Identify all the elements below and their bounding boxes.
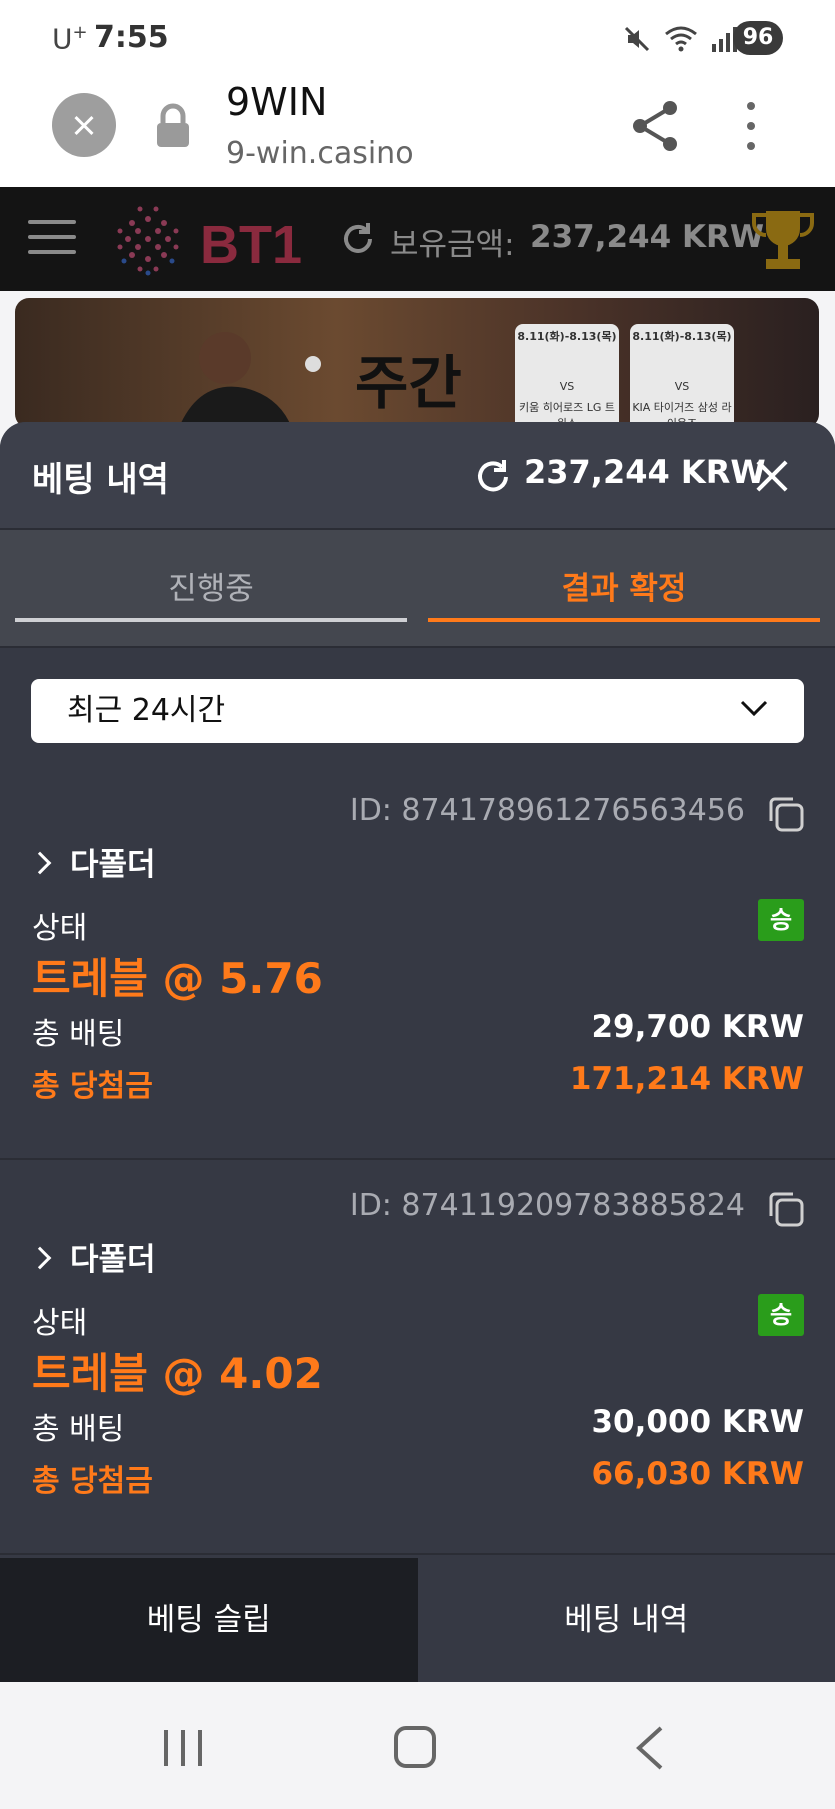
clock: 7:55 bbox=[94, 20, 169, 55]
total-bet-label: 총 배팅 bbox=[32, 1017, 125, 1052]
more-vert-icon[interactable] bbox=[740, 100, 762, 152]
site-header: BT1 보유금액: 237,244 KRW bbox=[0, 187, 835, 291]
total-bet-value: 29,700 KRW bbox=[591, 1009, 804, 1045]
sheet-header: 베팅 내역 237,244 KRW bbox=[0, 422, 835, 530]
wifi-icon bbox=[665, 26, 697, 52]
bet-slip-button[interactable]: 베팅 슬립 bbox=[0, 1558, 418, 1682]
status-icons bbox=[622, 22, 740, 56]
banner-headline: 주간 bbox=[355, 349, 462, 417]
bet-history-button[interactable]: 베팅 내역 bbox=[417, 1558, 835, 1682]
browser-toolbar: 9WIN 9-win.casino bbox=[0, 70, 835, 187]
mute-icon bbox=[624, 26, 650, 52]
total-bet-value: 30,000 KRW bbox=[591, 1404, 804, 1440]
system-nav-bar bbox=[0, 1682, 835, 1809]
bottom-action-bar: 베팅 슬립 베팅 내역 bbox=[0, 1558, 835, 1682]
page-url[interactable]: 9-win.casino bbox=[226, 136, 414, 171]
tab-settled[interactable]: 결과 확정 bbox=[428, 530, 820, 648]
close-icon[interactable] bbox=[754, 458, 790, 494]
odds-text: 트레블 @ 4.02 bbox=[32, 1349, 323, 1398]
total-win-label: 총 당첨금 bbox=[32, 1464, 153, 1499]
recent-apps-icon[interactable] bbox=[162, 1728, 204, 1768]
bet-id: ID: 874178961276563456 bbox=[349, 793, 745, 828]
sheet-title: 베팅 내역 bbox=[32, 460, 169, 500]
balance-value: 237,244 KRW bbox=[530, 219, 765, 255]
total-win-value: 66,030 KRW bbox=[591, 1456, 804, 1492]
refresh-icon[interactable] bbox=[474, 458, 512, 496]
back-icon[interactable] bbox=[635, 1726, 665, 1770]
home-icon[interactable] bbox=[394, 1726, 436, 1768]
total-win-label: 총 당첨금 bbox=[32, 1069, 153, 1104]
battery-indicator: 96 bbox=[733, 21, 783, 55]
promo-banner[interactable]: 주간 8.11(화)-8.13(목) VS 키움 히어로즈 LG 트윈스 8.1… bbox=[15, 298, 819, 428]
copy-icon[interactable] bbox=[767, 795, 805, 833]
bet-type-toggle[interactable]: 다폴더 bbox=[28, 839, 156, 884]
logo-text: BT1 bbox=[200, 215, 302, 275]
copy-icon[interactable] bbox=[767, 1190, 805, 1228]
status-label: 상태 bbox=[32, 1306, 88, 1341]
carrier-label: U+ bbox=[52, 22, 88, 56]
matchup-card: 8.11(화)-8.13(목) VS KIA 타이거즈 삼성 라이온즈 bbox=[630, 324, 734, 428]
status-label: 상태 bbox=[32, 911, 88, 946]
refresh-icon[interactable] bbox=[340, 221, 376, 257]
bet-item: ID: 874119209783885824 다폴더 상태 승 트레블 @ 4.… bbox=[0, 1162, 835, 1555]
page-title: 9WIN bbox=[226, 80, 328, 124]
chevron-down-icon bbox=[740, 700, 768, 717]
status-bar: U+ 7:55 96 bbox=[0, 0, 835, 70]
total-win-value: 171,214 KRW bbox=[569, 1061, 804, 1097]
period-select[interactable]: 최근 24시간 bbox=[31, 679, 804, 743]
tab-in-progress[interactable]: 진행중 bbox=[15, 530, 407, 648]
site-logo: BT1 bbox=[117, 206, 302, 276]
win-badge: 승 bbox=[758, 1294, 804, 1336]
odds-text: 트레블 @ 5.76 bbox=[32, 954, 323, 1003]
baseball-player-image bbox=[178, 332, 321, 428]
result-tabs: 진행중 결과 확정 bbox=[0, 530, 835, 648]
menu-icon[interactable] bbox=[28, 220, 76, 256]
close-tab-button[interactable] bbox=[52, 93, 116, 157]
bet-id: ID: 874119209783885824 bbox=[349, 1188, 745, 1223]
bet-item: ID: 874178961276563456 다폴더 상태 승 트레블 @ 5.… bbox=[0, 767, 835, 1160]
win-badge: 승 bbox=[758, 899, 804, 941]
total-bet-label: 총 배팅 bbox=[32, 1412, 125, 1447]
trophy-icon[interactable] bbox=[750, 207, 816, 275]
matchup-card: 8.11(화)-8.13(목) VS 키움 히어로즈 LG 트윈스 bbox=[515, 324, 619, 428]
balance-label: 보유금액: bbox=[390, 227, 515, 263]
lock-icon bbox=[157, 103, 189, 147]
bet-history-sheet: 베팅 내역 237,244 KRW 진행중 결과 확정 최근 24시간 ID: … bbox=[0, 422, 835, 1682]
sheet-balance: 237,244 KRW bbox=[524, 453, 766, 491]
share-icon[interactable] bbox=[628, 98, 684, 154]
bet-type-toggle[interactable]: 다폴더 bbox=[28, 1234, 156, 1279]
